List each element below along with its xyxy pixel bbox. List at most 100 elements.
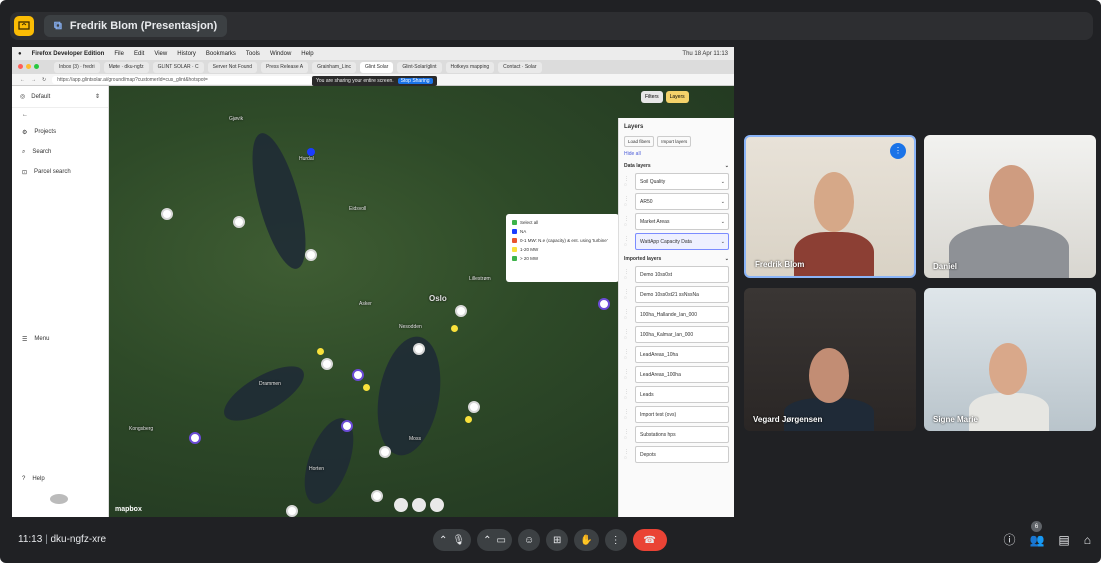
menu-file[interactable]: File [114, 51, 124, 57]
menu-help[interactable]: Help [301, 51, 313, 57]
polygon-icon[interactable] [430, 498, 444, 512]
menu-view[interactable]: View [154, 51, 167, 57]
map-cluster-pin[interactable] [352, 369, 364, 381]
map-cluster-pin[interactable] [341, 420, 353, 432]
browser-tab[interactable]: Press Release A [261, 61, 309, 73]
participant-tile-speaking[interactable]: ⋮ Fredrik Blom [744, 135, 916, 278]
back-icon[interactable]: ← [20, 77, 25, 83]
participant-tile[interactable]: Signe Marie [924, 288, 1096, 431]
presenter-chip[interactable]: ⧉ Fredrik Blom (Presentasjon) [44, 15, 228, 37]
imported-layers-header[interactable]: Imported layers ⌄ [624, 256, 729, 262]
map-pin[interactable] [307, 148, 315, 156]
browser-tab[interactable]: Server Not Found [207, 61, 258, 73]
map-cluster-pin[interactable] [233, 216, 245, 228]
drag-handle-icon[interactable]: ⋮ ◌ [624, 236, 632, 248]
map-cluster-pin[interactable] [455, 305, 467, 317]
drag-handle-icon[interactable]: ⋮ ◌ [624, 449, 632, 461]
map-cluster-pin[interactable] [413, 343, 425, 355]
map-pin[interactable] [317, 348, 324, 355]
info-icon[interactable]: ⓘ [1003, 531, 1015, 548]
chat-icon[interactable]: ▤ [1058, 533, 1069, 547]
people-icon[interactable]: 👥 [1029, 533, 1044, 547]
map-canvas[interactable]: Hurdal Gjøvik Eidsvoll Lillestrøm Asker … [109, 86, 734, 517]
collapse-sidebar-button[interactable]: ← [12, 108, 108, 122]
map-cluster-pin[interactable] [189, 432, 201, 444]
layer-row[interactable]: ⋮ ◌ AR50 ⌄ [624, 193, 729, 210]
drag-handle-icon[interactable]: ⋮ ◌ [624, 269, 632, 281]
layer-row[interactable]: ⋮ ◌ Demo 10ss0st21 ssNssNa [624, 286, 729, 303]
layer-row-selected[interactable]: ⋮ ◌ WattApp Capacity Data ⌄ [624, 233, 729, 250]
drag-handle-icon[interactable]: ⋮ ◌ [624, 369, 632, 381]
layer-row[interactable]: ⋮ ◌ 100ha_Hallande_lan_000 [624, 306, 729, 323]
drag-handle-icon[interactable]: ⋮ ◌ [624, 429, 632, 441]
browser-tab[interactable]: Glint-Solar/glint [397, 61, 442, 73]
layer-row[interactable]: ⋮ ◌ Soil Quality ⌄ [624, 173, 729, 190]
layer-row[interactable]: ⋮ ◌ Leads [624, 386, 729, 403]
browser-tab[interactable]: GLINT SOLAR · C [152, 61, 204, 73]
legend-item[interactable]: 1-20 MW [512, 247, 613, 252]
sidebar-item-search[interactable]: ⌕ Search [12, 142, 108, 162]
reload-icon[interactable]: ↻ [42, 77, 46, 83]
drag-handle-icon[interactable]: ⋮ ◌ [624, 349, 632, 361]
legend-item[interactable]: 0-1 MW: N.e (capacity) & ent. using 'tur… [512, 238, 613, 243]
edit-icon[interactable] [412, 498, 426, 512]
filters-button[interactable]: Filters [641, 91, 663, 103]
browser-tab[interactable]: Contact · Solar [498, 61, 542, 73]
layers-toggle-button[interactable]: Layers [665, 91, 689, 103]
reactions-button[interactable]: ☺ [517, 529, 541, 551]
map-pin[interactable] [465, 416, 472, 423]
layer-row[interactable]: ⋮ ◌ LeadAreas_100ha [624, 366, 729, 383]
forward-icon[interactable]: → [31, 77, 36, 83]
leave-call-button[interactable]: ☎ [632, 529, 667, 551]
drag-handle-icon[interactable]: ⋮ ◌ [624, 409, 632, 421]
layer-row[interactable]: ⋮ ◌ Depots [624, 446, 729, 463]
participant-tile[interactable]: Daniel [924, 135, 1096, 278]
apple-icon[interactable]: ● [18, 51, 22, 57]
browser-tab-active[interactable]: Glint Solar [359, 61, 394, 73]
drag-handle-icon[interactable]: ⋮ ◌ [624, 389, 632, 401]
load-fibers-button[interactable]: Load fibers [624, 136, 655, 147]
sidebar-item-help[interactable]: ? Help [12, 469, 109, 489]
stop-sharing-button[interactable]: Stop Sharing [397, 78, 433, 84]
map-cluster-pin[interactable] [286, 505, 298, 517]
legend-item[interactable]: > 20 MW [512, 256, 613, 261]
minimize-window-icon[interactable] [26, 64, 31, 69]
menu-history[interactable]: History [177, 51, 196, 57]
legend-select-all[interactable]: Select all [512, 220, 613, 225]
map-pin[interactable] [451, 325, 458, 332]
workspace-selector[interactable]: ◎ Default ⇕ [12, 86, 108, 108]
layer-row[interactable]: ⋮ ◌ Import test (ovs) [624, 406, 729, 423]
browser-tab[interactable]: Hotkeys mapping [445, 61, 495, 73]
map-cluster-pin[interactable] [598, 298, 610, 310]
close-window-icon[interactable] [18, 64, 23, 69]
import-layers-button[interactable]: Import layers [657, 136, 692, 147]
menu-bookmarks[interactable]: Bookmarks [206, 51, 236, 57]
drag-handle-icon[interactable]: ⋮ ◌ [624, 329, 632, 341]
present-button[interactable]: ⊞ [546, 529, 569, 551]
menu-window[interactable]: Window [270, 51, 291, 57]
browser-tab[interactable]: Møte · dku-ngfz [103, 61, 149, 73]
drag-handle-icon[interactable]: ⋮ ◌ [624, 216, 632, 228]
raise-hand-button[interactable]: ✋ [574, 529, 599, 551]
sidebar-item-parcel-search[interactable]: ⊡ Parcel search [12, 162, 108, 182]
url-field[interactable]: https://app.glintsolar.ai/ground/map?cus… [52, 75, 313, 84]
sidebar-item-menu[interactable]: ☰ Menu [12, 329, 109, 349]
mic-button[interactable]: ⌃ 🎙 [433, 529, 472, 551]
layer-row[interactable]: ⋮ ◌ 100ha_Kalmar_lan_000 [624, 326, 729, 343]
layer-row[interactable]: ⋮ ◌ Demo 10ss0st [624, 266, 729, 283]
data-layers-header[interactable]: Data layers ⌄ [624, 163, 729, 169]
map-cluster-pin[interactable] [321, 358, 333, 370]
legend-item[interactable]: NA [512, 229, 613, 234]
browser-tab[interactable]: Inbox (3) · fredri [54, 61, 100, 73]
menu-edit[interactable]: Edit [134, 51, 144, 57]
draw-circle-icon[interactable] [394, 498, 408, 512]
participant-tile[interactable]: Vegard Jørgensen [744, 288, 916, 431]
map-cluster-pin[interactable] [305, 249, 317, 261]
drag-handle-icon[interactable]: ⋮ ◌ [624, 309, 632, 321]
browser-tab[interactable]: Grainham_Linc [312, 61, 356, 73]
activities-icon[interactable]: ⌂ [1084, 533, 1091, 547]
map-cluster-pin[interactable] [379, 446, 391, 458]
menu-app[interactable]: Firefox Developer Edition [32, 51, 105, 57]
map-pin[interactable] [363, 384, 370, 391]
layer-row[interactable]: ⋮ ◌ Market Areas ⌄ [624, 213, 729, 230]
